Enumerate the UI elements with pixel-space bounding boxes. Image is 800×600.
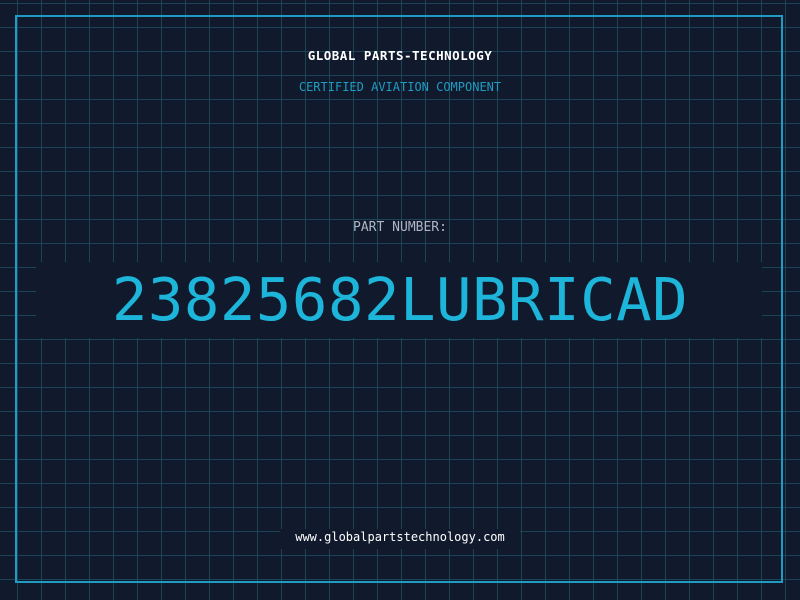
company-name: GLOBAL PARTS-TECHNOLOGY [307, 48, 493, 63]
part-number-value: 23825682LUBRICAD [111, 265, 689, 334]
part-number-label: PART NUMBER: [353, 220, 447, 235]
part-label-canvas: GLOBAL PARTS-TECHNOLOGY CERTIFIED AVIATI… [0, 0, 800, 600]
certification-subtitle: CERTIFIED AVIATION COMPONENT [298, 80, 502, 94]
website-url: www.globalpartstechnology.com [295, 530, 505, 544]
